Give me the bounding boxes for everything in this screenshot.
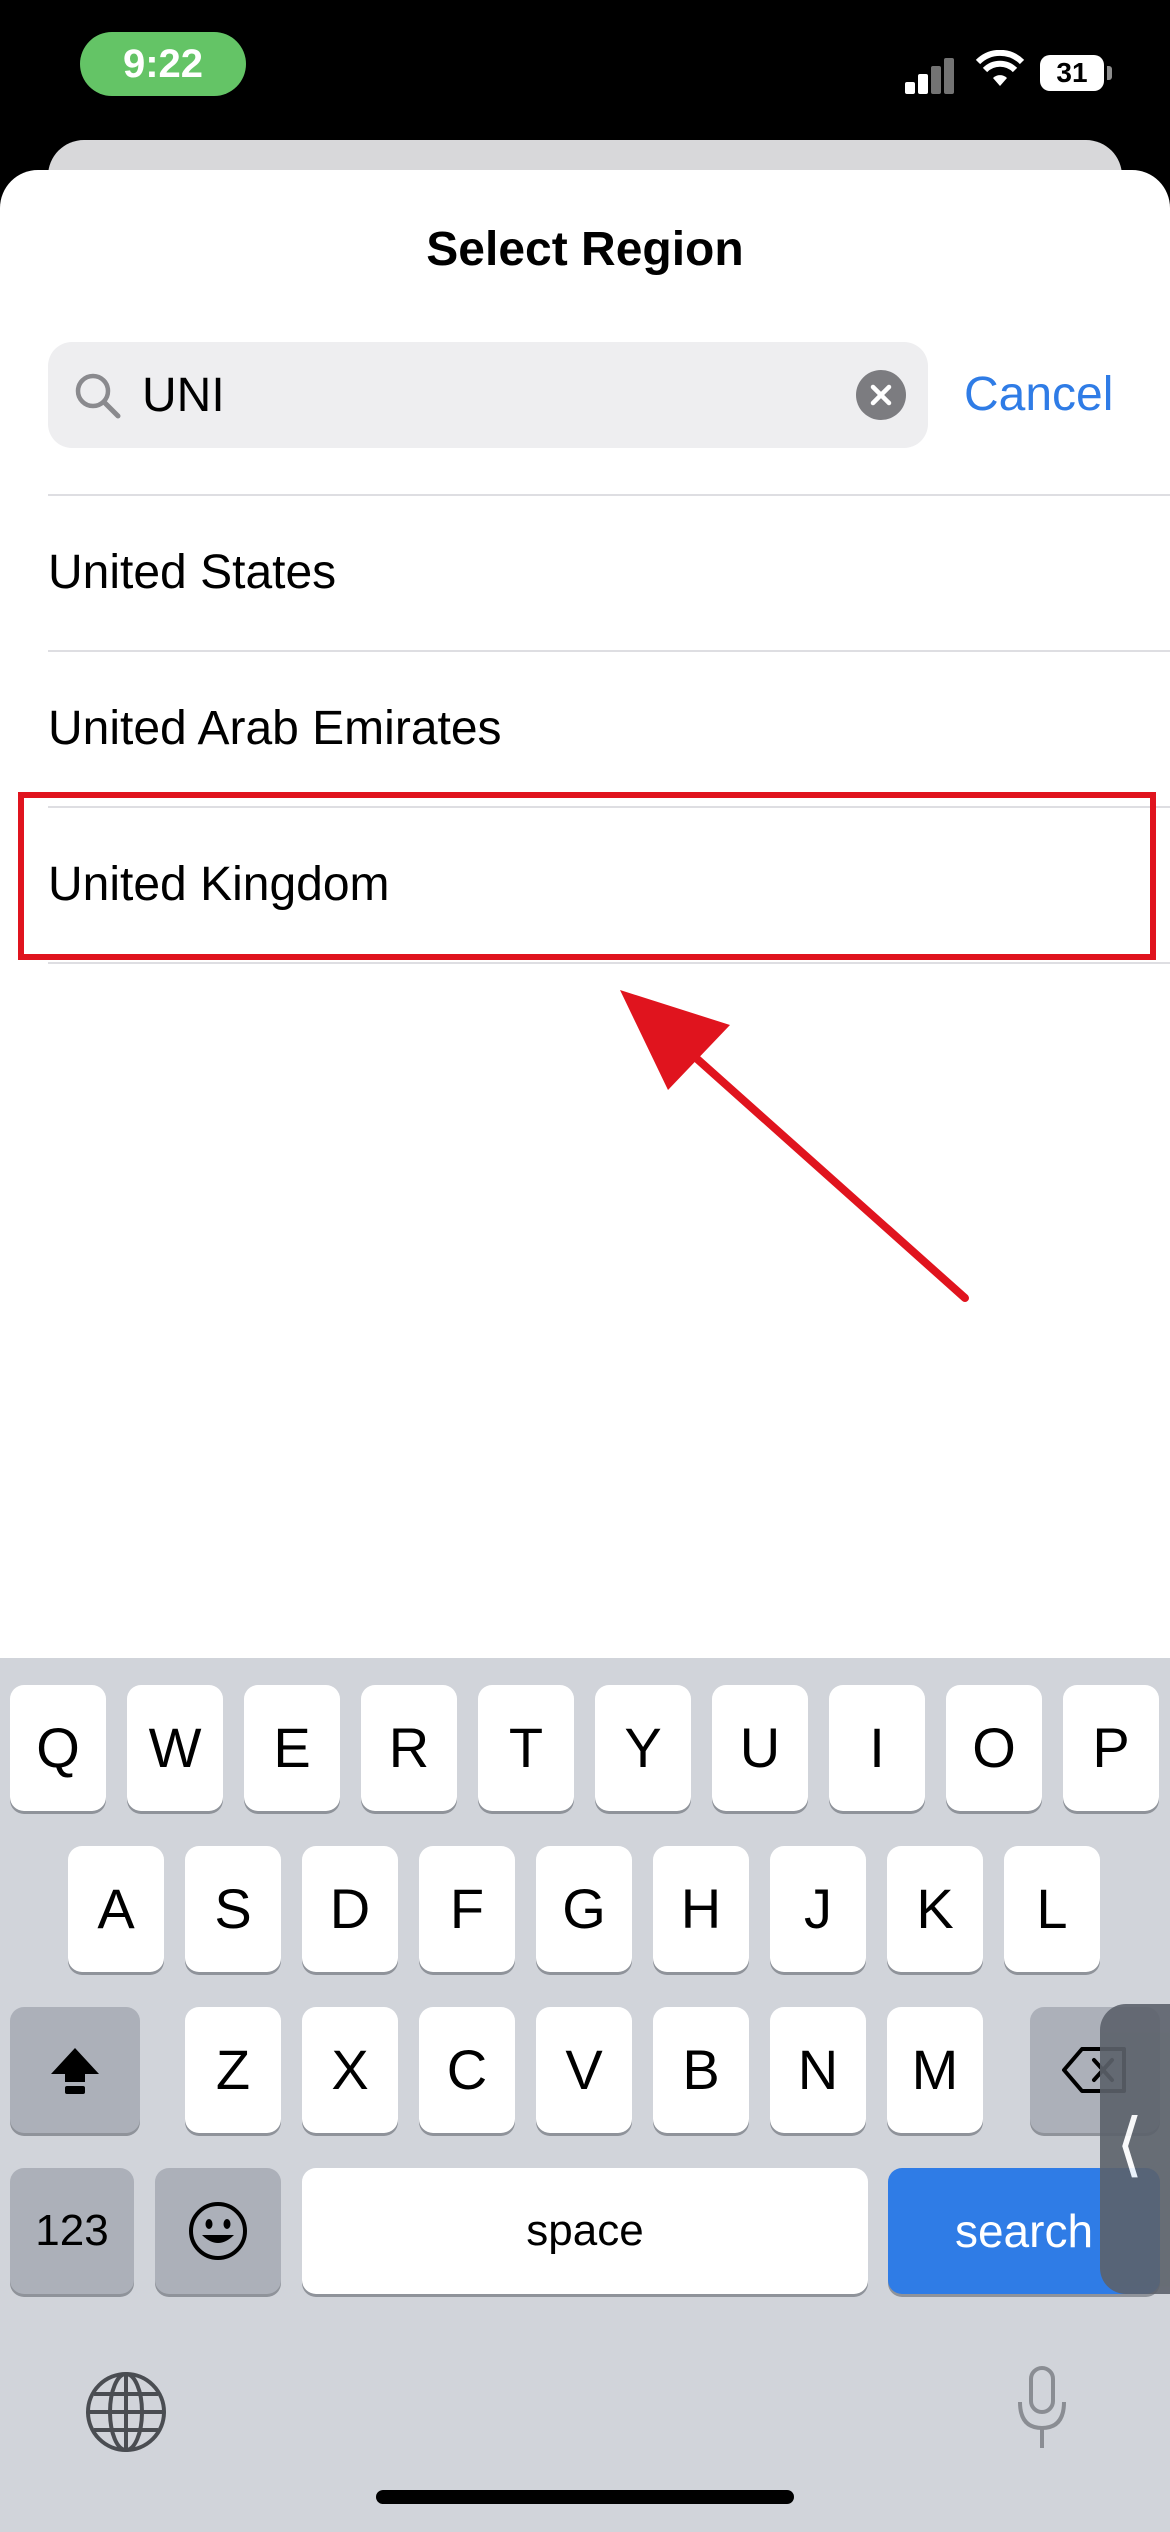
key-f[interactable]: F <box>419 1846 515 1972</box>
key-a[interactable]: A <box>68 1846 164 1972</box>
microphone-icon[interactable] <box>1012 2364 1072 2454</box>
numbers-key[interactable]: 123 <box>10 2168 134 2294</box>
key-x[interactable]: X <box>302 2007 398 2133</box>
home-indicator[interactable] <box>376 2490 794 2504</box>
key-k[interactable]: K <box>887 1846 983 1972</box>
region-item-united-arab-emirates[interactable]: United Arab Emirates <box>0 652 1170 806</box>
key-d[interactable]: D <box>302 1846 398 1972</box>
cellular-signal-icon <box>905 54 955 94</box>
space-key[interactable]: space <box>302 2168 868 2294</box>
key-s[interactable]: S <box>185 1846 281 1972</box>
chevron-left-icon: ⟨ <box>1116 2105 1144 2183</box>
region-item-united-kingdom[interactable]: United Kingdom <box>0 808 1170 962</box>
key-n[interactable]: N <box>770 2007 866 2133</box>
shift-icon <box>51 2048 99 2094</box>
key-j[interactable]: J <box>770 1846 866 1972</box>
key-e[interactable]: E <box>244 1685 340 1811</box>
key-h[interactable]: H <box>653 1846 749 1972</box>
key-g[interactable]: G <box>536 1846 632 1972</box>
battery-tip <box>1107 66 1112 80</box>
key-y[interactable]: Y <box>595 1685 691 1811</box>
key-c[interactable]: C <box>419 2007 515 2133</box>
key-r[interactable]: R <box>361 1685 457 1811</box>
close-icon <box>870 384 892 406</box>
key-o[interactable]: O <box>946 1685 1042 1811</box>
cancel-button[interactable]: Cancel <box>964 362 1113 428</box>
key-z[interactable]: Z <box>185 2007 281 2133</box>
key-q[interactable]: Q <box>10 1685 106 1811</box>
clear-search-button[interactable] <box>856 370 906 420</box>
key-u[interactable]: U <box>712 1685 808 1811</box>
status-time[interactable]: 9:22 <box>80 32 246 96</box>
emoji-key[interactable] <box>155 2168 281 2294</box>
key-p[interactable]: P <box>1063 1685 1159 1811</box>
status-bar: 9:22 31 <box>0 0 1170 140</box>
key-b[interactable]: B <box>653 2007 749 2133</box>
key-i[interactable]: I <box>829 1685 925 1811</box>
key-w[interactable]: W <box>127 1685 223 1811</box>
divider <box>48 962 1170 964</box>
search-input[interactable] <box>142 342 842 448</box>
key-v[interactable]: V <box>536 2007 632 2133</box>
key-l[interactable]: L <box>1004 1846 1100 1972</box>
red-arrow-annotation <box>620 990 969 1302</box>
search-icon <box>75 373 121 419</box>
key-m[interactable]: M <box>887 2007 983 2133</box>
wifi-icon <box>975 50 1025 86</box>
battery-indicator: 31 <box>1040 55 1104 91</box>
keyboard-side-handle[interactable]: ⟨ <box>1100 2004 1170 2294</box>
region-results-list: United States United Arab Emirates Unite… <box>0 494 1170 964</box>
emoji-icon <box>189 2202 247 2260</box>
globe-icon[interactable] <box>84 2370 168 2454</box>
shift-key[interactable] <box>10 2007 140 2133</box>
key-t[interactable]: T <box>478 1685 574 1811</box>
region-item-united-states[interactable]: United States <box>0 496 1170 650</box>
search-bar[interactable] <box>48 342 928 448</box>
page-title: Select Region <box>426 223 744 276</box>
